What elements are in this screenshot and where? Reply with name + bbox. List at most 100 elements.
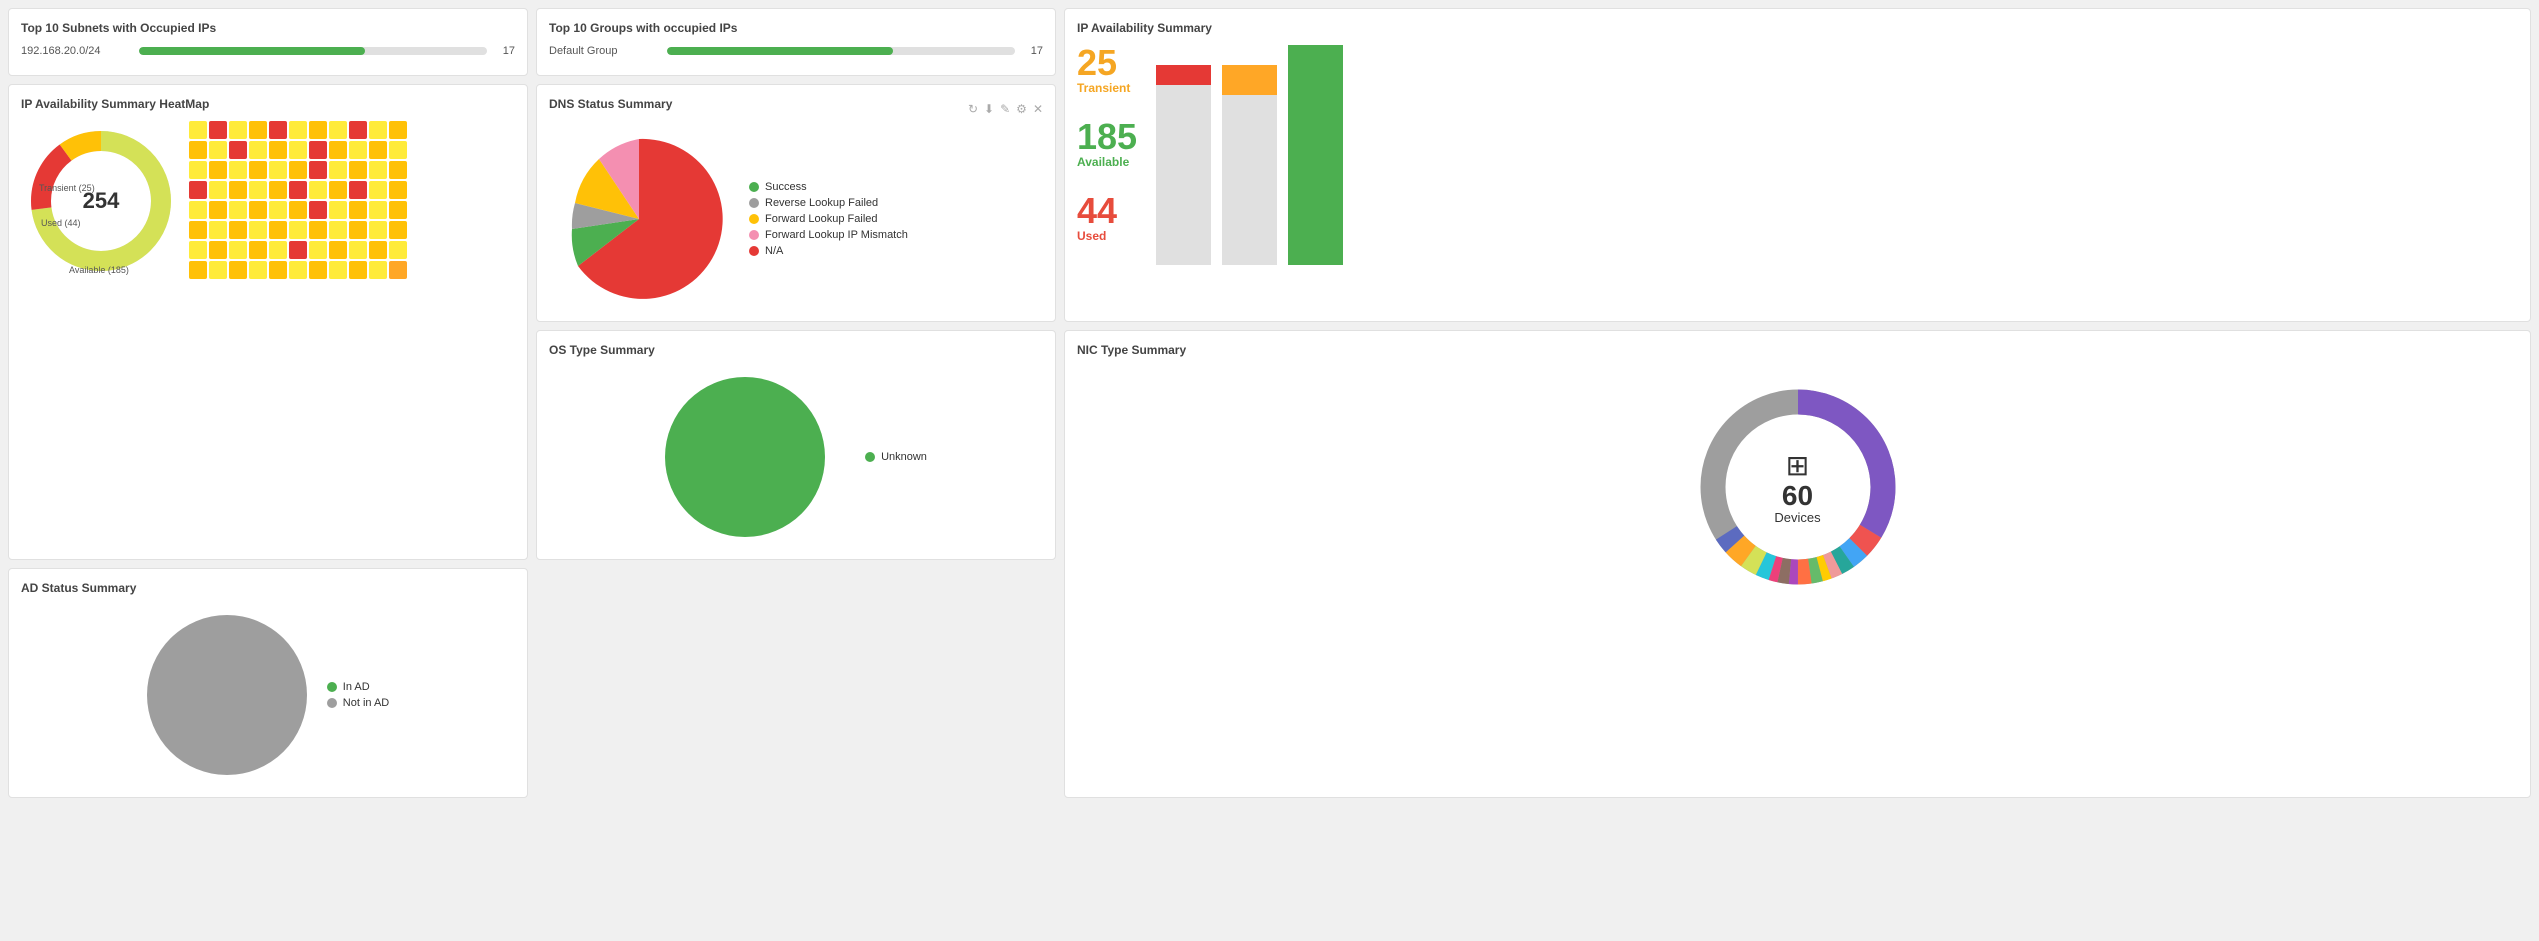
heatmap-cell-44 — [189, 201, 207, 219]
subnet-bar-track — [139, 47, 487, 55]
heatmap-cell-68 — [229, 241, 247, 259]
dns-legend-success: Success — [749, 181, 908, 193]
heatmap-cell-28 — [309, 161, 327, 179]
subnet-label: 192.168.20.0/24 — [21, 45, 131, 57]
available-label: Available — [1077, 155, 1137, 169]
heatmap-cell-18 — [329, 141, 347, 159]
heatmap-cell-83 — [309, 261, 327, 279]
dns-legend: Success Reverse Lookup Failed Forward Lo… — [749, 181, 908, 257]
close-icon[interactable]: ✕ — [1033, 102, 1043, 116]
heatmap-card: IP Availability Summary HeatMap Availabl… — [8, 84, 528, 560]
heatmap-cell-1 — [209, 121, 227, 139]
ad-content: In AD Not in AD — [21, 605, 515, 785]
heatmap-grid — [189, 121, 407, 279]
ip-avail-numbers: 25 Transient 185 Available 44 Used — [1077, 45, 1137, 243]
heatmap-cell-59 — [269, 221, 287, 239]
not-in-ad-dot — [327, 698, 337, 708]
heatmap-cell-48 — [269, 201, 287, 219]
na-label: N/A — [765, 245, 783, 257]
heatmap-cell-22 — [189, 161, 207, 179]
heatmap-cell-15 — [269, 141, 287, 159]
forward-failed-dot — [749, 214, 759, 224]
dns-legend-forward-failed: Forward Lookup Failed — [749, 213, 908, 225]
heatmap-cell-52 — [349, 201, 367, 219]
heatmap-cell-53 — [369, 201, 387, 219]
heatmap-title: IP Availability Summary HeatMap — [21, 97, 515, 111]
heatmap-cell-7 — [329, 121, 347, 139]
heatmap-cell-74 — [349, 241, 367, 259]
heatmap-cell-58 — [249, 221, 267, 239]
heatmap-cell-36 — [249, 181, 267, 199]
heatmap-cell-55 — [189, 221, 207, 239]
heatmap-cell-33 — [189, 181, 207, 199]
heatmap-cell-31 — [369, 161, 387, 179]
heatmap-cell-23 — [209, 161, 227, 179]
heatmap-cell-84 — [329, 261, 347, 279]
heatmap-cell-66 — [189, 241, 207, 259]
ip-bar-2 — [1219, 45, 1279, 265]
heatmap-cell-5 — [289, 121, 307, 139]
heatmap-cell-8 — [349, 121, 367, 139]
heatmap-cell-30 — [349, 161, 367, 179]
dns-legend-reverse-failed: Reverse Lookup Failed — [749, 197, 908, 209]
subnets-card: Top 10 Subnets with Occupied IPs 192.168… — [8, 8, 528, 76]
edit-icon[interactable]: ✎ — [1000, 102, 1010, 116]
heatmap-cell-0 — [189, 121, 207, 139]
heatmap-cell-35 — [229, 181, 247, 199]
heatmap-cell-20 — [369, 141, 387, 159]
available-num: 185 — [1077, 119, 1137, 155]
heatmap-cell-3 — [249, 121, 267, 139]
used-label: Used — [1077, 229, 1137, 243]
na-dot — [749, 246, 759, 256]
dns-title: DNS Status Summary — [549, 97, 672, 111]
heatmap-cell-69 — [249, 241, 267, 259]
reverse-failed-label: Reverse Lookup Failed — [765, 197, 878, 209]
network-icon: ⊞ — [1774, 449, 1820, 482]
group-label: Default Group — [549, 45, 659, 57]
refresh-icon[interactable]: ↻ — [968, 102, 978, 116]
available-stat: 185 Available — [1077, 119, 1137, 169]
subnets-title: Top 10 Subnets with Occupied IPs — [21, 21, 515, 35]
heatmap-cell-13 — [229, 141, 247, 159]
settings-icon[interactable]: ⚙ — [1016, 102, 1027, 116]
os-card: OS Type Summary Unknown — [536, 330, 1056, 560]
heatmap-cell-50 — [309, 201, 327, 219]
os-legend-unknown: Unknown — [865, 451, 927, 463]
heatmap-cell-79 — [229, 261, 247, 279]
group-bar-row: Default Group 17 — [549, 45, 1043, 57]
heatmap-cell-43 — [389, 181, 407, 199]
groups-title: Top 10 Groups with occupied IPs — [549, 21, 1043, 35]
heatmap-cell-29 — [329, 161, 347, 179]
subnet-bar-fill — [139, 47, 365, 55]
heatmap-donut: Available (185) Used (44) Transient (25)… — [21, 121, 181, 281]
success-label: Success — [765, 181, 807, 193]
subnet-bar-row: 192.168.20.0/24 17 — [21, 45, 515, 57]
heatmap-cell-41 — [349, 181, 367, 199]
heatmap-cell-65 — [389, 221, 407, 239]
heatmap-cell-42 — [369, 181, 387, 199]
ip-avail-summary-card: IP Availability Summary 25 Transient 185… — [1064, 8, 2531, 322]
nic-donut: ⊞ 60 Devices — [1688, 377, 1908, 597]
heatmap-cell-61 — [309, 221, 327, 239]
heatmap-cell-14 — [249, 141, 267, 159]
ad-legend: In AD Not in AD — [327, 681, 389, 709]
heatmap-cell-51 — [329, 201, 347, 219]
ip-avail-summary-title: IP Availability Summary — [1077, 21, 2518, 35]
svg-text:Available (185): Available (185) — [69, 265, 129, 275]
heatmap-cell-34 — [209, 181, 227, 199]
download-icon[interactable]: ⬇ — [984, 102, 994, 116]
heatmap-cell-67 — [209, 241, 227, 259]
transient-label: Transient — [1077, 81, 1137, 95]
heatmap-cell-2 — [229, 121, 247, 139]
heatmap-cell-87 — [389, 261, 407, 279]
in-ad-label: In AD — [343, 681, 370, 693]
ad-title: AD Status Summary — [21, 581, 515, 595]
heatmap-cell-32 — [389, 161, 407, 179]
dns-card-icons: ↻ ⬇ ✎ ⚙ ✕ — [968, 102, 1043, 116]
heatmap-cell-56 — [209, 221, 227, 239]
forward-mismatch-label: Forward Lookup IP Mismatch — [765, 229, 908, 241]
heatmap-cell-86 — [369, 261, 387, 279]
heatmap-cell-17 — [309, 141, 327, 159]
heatmap-cell-78 — [209, 261, 227, 279]
heatmap-cell-75 — [369, 241, 387, 259]
